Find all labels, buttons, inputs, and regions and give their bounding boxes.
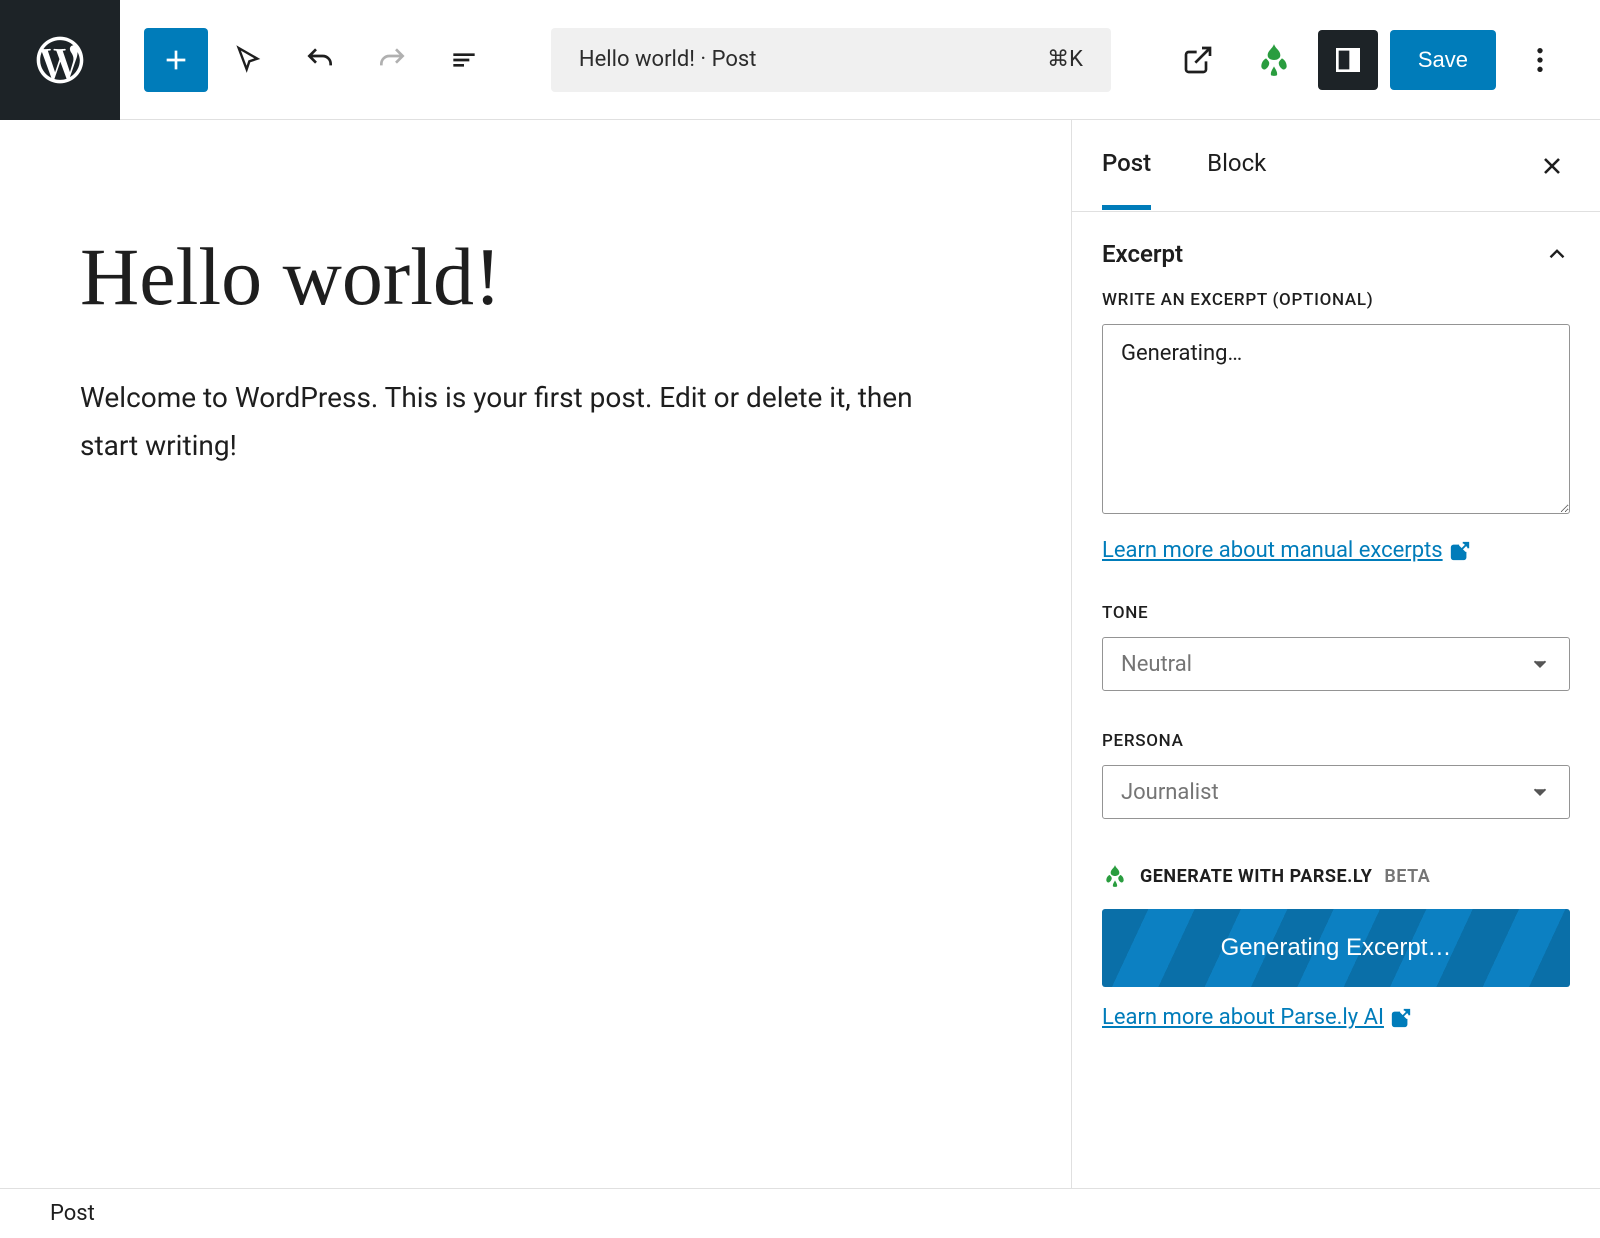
options-button[interactable] bbox=[1508, 28, 1572, 92]
wordpress-icon bbox=[32, 32, 88, 88]
wp-logo-button[interactable] bbox=[0, 0, 120, 120]
tab-block[interactable]: Block bbox=[1207, 121, 1266, 210]
tone-value: Neutral bbox=[1121, 652, 1192, 677]
close-sidebar-button[interactable] bbox=[1532, 146, 1572, 186]
tone-label: TONE bbox=[1102, 603, 1570, 623]
redo-icon bbox=[376, 44, 408, 76]
chevron-up-icon bbox=[1544, 241, 1570, 267]
editor-canvas[interactable]: Hello world! Welcome to WordPress. This … bbox=[0, 120, 1072, 1188]
generate-label: GENERATE WITH PARSE.LY bbox=[1140, 866, 1372, 887]
excerpt-panel-header[interactable]: Excerpt bbox=[1102, 212, 1570, 290]
close-icon bbox=[1538, 152, 1566, 180]
chevron-down-icon bbox=[1529, 781, 1551, 803]
undo-button[interactable] bbox=[288, 28, 352, 92]
sidebar-icon bbox=[1332, 44, 1364, 76]
excerpt-textarea[interactable] bbox=[1102, 324, 1570, 514]
document-title-button[interactable]: Hello world! · Post ⌘K bbox=[551, 28, 1111, 92]
parsely-button[interactable] bbox=[1242, 28, 1306, 92]
link-text: Learn more about Parse.ly AI bbox=[1102, 1005, 1384, 1030]
persona-select[interactable]: Journalist bbox=[1102, 765, 1570, 819]
breadcrumb-text[interactable]: Post bbox=[50, 1201, 95, 1226]
tools-button[interactable] bbox=[216, 28, 280, 92]
panel-title: Excerpt bbox=[1102, 240, 1183, 268]
editor-main: Hello world! Welcome to WordPress. This … bbox=[0, 120, 1600, 1188]
leaf-icon bbox=[1255, 41, 1293, 79]
generate-header: GENERATE WITH PARSE.LY BETA bbox=[1102, 863, 1570, 889]
add-block-button[interactable] bbox=[144, 28, 208, 92]
generate-excerpt-button[interactable]: Generating Excerpt… bbox=[1102, 909, 1570, 987]
excerpt-label: WRITE AN EXCERPT (OPTIONAL) bbox=[1102, 290, 1570, 310]
persona-label: PERSONA bbox=[1102, 731, 1570, 751]
tone-select[interactable]: Neutral bbox=[1102, 637, 1570, 691]
plus-icon bbox=[160, 44, 192, 76]
excerpt-panel: Excerpt WRITE AN EXCERPT (OPTIONAL) Lear… bbox=[1072, 212, 1600, 1062]
learn-parsely-link[interactable]: Learn more about Parse.ly AI bbox=[1102, 1005, 1412, 1030]
sidebar-tabs: Post Block bbox=[1072, 120, 1600, 212]
undo-icon bbox=[304, 44, 336, 76]
external-link-icon bbox=[1390, 1007, 1412, 1029]
learn-excerpts-link[interactable]: Learn more about manual excerpts bbox=[1102, 538, 1471, 563]
redo-button[interactable] bbox=[360, 28, 424, 92]
cursor-icon bbox=[232, 44, 264, 76]
document-overview-button[interactable] bbox=[432, 28, 496, 92]
command-shortcut: ⌘K bbox=[1047, 47, 1083, 72]
chevron-down-icon bbox=[1529, 653, 1551, 675]
leaf-icon bbox=[1102, 863, 1128, 889]
beta-badge: BETA bbox=[1384, 866, 1430, 887]
document-title-text: Hello world! · Post bbox=[579, 47, 757, 72]
settings-sidebar: Post Block Excerpt WRITE AN EXCERPT (OPT… bbox=[1072, 120, 1600, 1188]
post-body[interactable]: Welcome to WordPress. This is your first… bbox=[80, 374, 960, 469]
save-button[interactable]: Save bbox=[1390, 30, 1496, 90]
settings-sidebar-toggle[interactable] bbox=[1318, 30, 1378, 90]
editor-toolbar: Hello world! · Post ⌘K Save bbox=[0, 0, 1600, 120]
external-link-icon bbox=[1182, 44, 1214, 76]
persona-value: Journalist bbox=[1121, 780, 1219, 805]
view-post-button[interactable] bbox=[1166, 28, 1230, 92]
tab-post[interactable]: Post bbox=[1102, 121, 1151, 210]
list-view-icon bbox=[448, 44, 480, 76]
post-title[interactable]: Hello world! bbox=[80, 230, 991, 324]
breadcrumb-bar: Post bbox=[0, 1188, 1600, 1238]
link-text: Learn more about manual excerpts bbox=[1102, 538, 1443, 563]
external-link-icon bbox=[1449, 540, 1471, 562]
more-vertical-icon bbox=[1524, 44, 1556, 76]
